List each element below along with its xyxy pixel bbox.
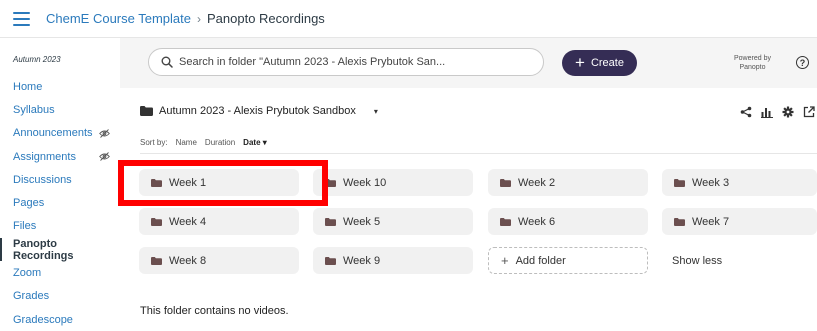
show-less-button[interactable]: Show less <box>662 247 817 274</box>
sort-option[interactable]: Duration <box>205 138 235 147</box>
folder-dropdown-caret-icon[interactable]: ▾ <box>374 107 378 116</box>
folder-icon <box>325 178 343 187</box>
open-external-icon[interactable] <box>803 106 815 118</box>
sidebar-item-label: Pages <box>13 197 45 210</box>
create-button-label: Create <box>590 57 624 69</box>
sidebar-item[interactable]: Panopto Recordings <box>0 237 120 262</box>
search-box[interactable] <box>148 48 544 76</box>
share-icon[interactable] <box>740 106 752 118</box>
top-bar: ChemE Course Template › Panopto Recordin… <box>0 0 817 38</box>
hidden-eye-icon <box>99 152 110 161</box>
sidebar-item[interactable]: Gradescope <box>13 308 120 331</box>
folder-title-text: Autumn 2023 - Alexis Prybutok Sandbox <box>159 105 356 117</box>
folder-icon <box>325 256 343 265</box>
sidebar-item[interactable]: Home <box>13 75 120 98</box>
help-icon[interactable]: ? <box>796 56 809 69</box>
hidden-eye-icon <box>99 128 110 138</box>
subfolder-label: Week 5 <box>343 215 381 228</box>
sidebar-item[interactable]: Files <box>13 215 120 238</box>
subfolder-tile[interactable]: Week 4 <box>139 208 299 235</box>
subfolder-label: Week 1 <box>169 176 207 189</box>
subfolder-label: Week 9 <box>343 254 381 267</box>
sort-bar: Sort by: Name Duration Date ▾ <box>140 138 267 147</box>
settings-icon[interactable] <box>782 106 794 118</box>
folder-icon <box>151 178 169 187</box>
subfolder-label: Week 4 <box>169 215 207 228</box>
subfolder-label: Week 3 <box>692 176 730 189</box>
powered-by-brand: Panopto <box>739 64 766 71</box>
sidebar-item[interactable]: Pages <box>13 191 120 214</box>
folder-icon <box>325 217 343 226</box>
stats-icon[interactable] <box>761 106 773 118</box>
sidebar-item[interactable]: Zoom <box>13 261 120 284</box>
search-input[interactable] <box>179 56 539 68</box>
divider <box>140 153 817 154</box>
hamburger-menu-icon[interactable] <box>13 12 30 26</box>
sidebar-item-label: Zoom <box>13 267 42 280</box>
sidebar-item[interactable]: Announcements <box>13 122 120 145</box>
search-icon <box>161 56 173 68</box>
add-folder-button[interactable]: + Add folder <box>488 247 648 274</box>
subfolder-label: Week 6 <box>518 215 556 228</box>
show-less-label: Show less <box>672 254 723 267</box>
breadcrumb-current: Panopto Recordings <box>207 11 325 26</box>
course-nav-sidebar: Autumn 2023 Home Syllabus Announcements Ass… <box>0 38 120 326</box>
subfolder-tile[interactable]: Week 7 <box>662 208 817 235</box>
sidebar-item-label: Grades <box>13 290 50 303</box>
breadcrumb-separator: › <box>197 11 201 26</box>
sort-option[interactable]: Date ▾ <box>243 138 267 147</box>
sidebar-item[interactable]: Grades <box>13 285 120 308</box>
subfolder-tile[interactable]: Week 2 <box>488 169 648 196</box>
folder-actions <box>740 106 815 118</box>
sidebar-item-label: Home <box>13 80 43 93</box>
plus-icon: + <box>501 253 509 268</box>
folder-icon <box>500 178 518 187</box>
add-folder-label: Add folder <box>515 254 566 267</box>
sidebar-item-label: Assignments <box>13 150 76 163</box>
term-label: Autumn 2023 <box>13 55 61 64</box>
powered-by-label: Powered by <box>734 55 771 62</box>
subfolder-tile[interactable]: Week 9 <box>313 247 473 274</box>
sidebar-item-label: Discussions <box>13 173 72 186</box>
folder-icon <box>140 106 153 116</box>
folder-icon <box>674 178 692 187</box>
breadcrumb-course-link[interactable]: ChemE Course Template <box>46 11 191 26</box>
sidebar-item-label: Gradescope <box>13 313 73 326</box>
subfolder-tile[interactable]: Week 5 <box>313 208 473 235</box>
sidebar-item-label: Announcements <box>13 127 93 140</box>
folder-icon <box>674 217 692 226</box>
folder-icon <box>151 256 169 265</box>
sidebar-item[interactable]: Assignments <box>13 145 120 168</box>
subfolder-tile[interactable]: Week 8 <box>139 247 299 274</box>
subfolder-label: Week 2 <box>518 176 556 189</box>
sort-label: Sort by: <box>140 138 168 147</box>
subfolder-tile[interactable]: Week 3 <box>662 169 817 196</box>
sidebar-item[interactable]: Syllabus <box>13 98 120 121</box>
subfolder-tile[interactable]: Week 6 <box>488 208 648 235</box>
sidebar-item-label: Panopto Recordings <box>13 237 74 262</box>
subfolder-label: Week 7 <box>692 215 730 228</box>
subfolder-label: Week 10 <box>343 176 387 189</box>
subfolder-label: Week 8 <box>169 254 207 267</box>
create-button[interactable]: + Create <box>562 50 637 76</box>
folder-title: Autumn 2023 - Alexis Prybutok Sandbox ▾ <box>140 105 378 117</box>
empty-folder-message: This folder contains no videos. <box>140 305 289 317</box>
sidebar-item-label: Files <box>13 220 37 233</box>
breadcrumb: ChemE Course Template › Panopto Recordin… <box>46 11 325 26</box>
folder-icon <box>500 217 518 226</box>
course-nav-list: Home Syllabus Announcements Assignments Disc… <box>0 75 120 331</box>
plus-icon: + <box>575 52 585 72</box>
powered-by-panopto: Powered by Panopto <box>734 54 771 72</box>
sort-option[interactable]: Name <box>176 138 197 147</box>
subfolder-tile[interactable]: Week 10 <box>313 169 473 196</box>
folder-icon <box>151 217 169 226</box>
sidebar-item[interactable]: Discussions <box>13 168 120 191</box>
subfolder-tile[interactable]: Week 1 <box>139 169 299 196</box>
panopto-toolbar: + Create Powered by Panopto ? <box>120 38 817 88</box>
sidebar-item-label: Syllabus <box>13 103 55 116</box>
